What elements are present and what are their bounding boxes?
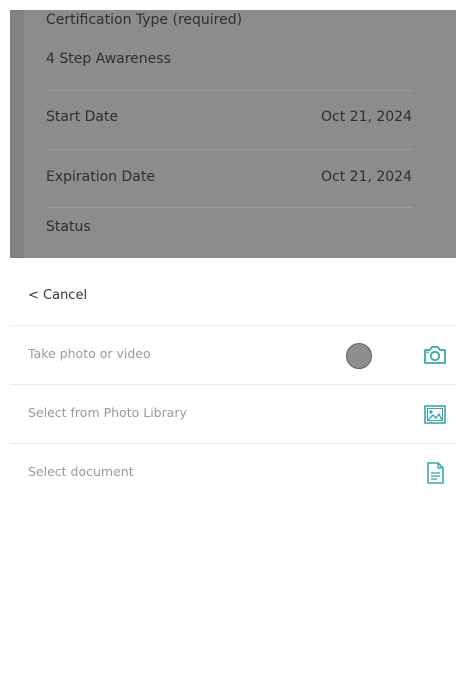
dimmed-certification-form: Certification Type (required) 4 Step Awa… (10, 10, 456, 258)
divider (46, 149, 412, 150)
photo-library-option[interactable]: Select from Photo Library (10, 384, 456, 443)
attachment-action-sheet: < Cancel Take photo or video Select from… (10, 258, 456, 697)
top-gap (0, 0, 456, 10)
certification-type-label: Certification Type (required) (46, 12, 243, 28)
document-icon (422, 460, 448, 486)
start-date-label: Start Date (46, 109, 119, 125)
take-photo-option[interactable]: Take photo or video (10, 325, 456, 384)
camera-icon (422, 342, 448, 368)
cancel-button[interactable]: < Cancel (28, 288, 87, 303)
expiration-date-value: Oct 21, 2024 (321, 169, 412, 185)
start-date-value: Oct 21, 2024 (321, 109, 412, 125)
screen: Certification Type (required) 4 Step Awa… (0, 0, 456, 697)
touch-indicator (346, 343, 372, 369)
select-document-option[interactable]: Select document (10, 443, 456, 502)
status-label: Status (46, 219, 91, 235)
divider (46, 90, 412, 91)
divider (46, 207, 412, 208)
select-document-label: Select document (28, 464, 134, 479)
certification-type-value: 4 Step Awareness (46, 51, 171, 67)
photo-library-icon (422, 401, 448, 427)
take-photo-label: Take photo or video (28, 346, 151, 361)
photo-library-label: Select from Photo Library (28, 405, 187, 420)
expiration-date-label: Expiration Date (46, 169, 155, 185)
backdrop-left-rail (10, 10, 24, 258)
